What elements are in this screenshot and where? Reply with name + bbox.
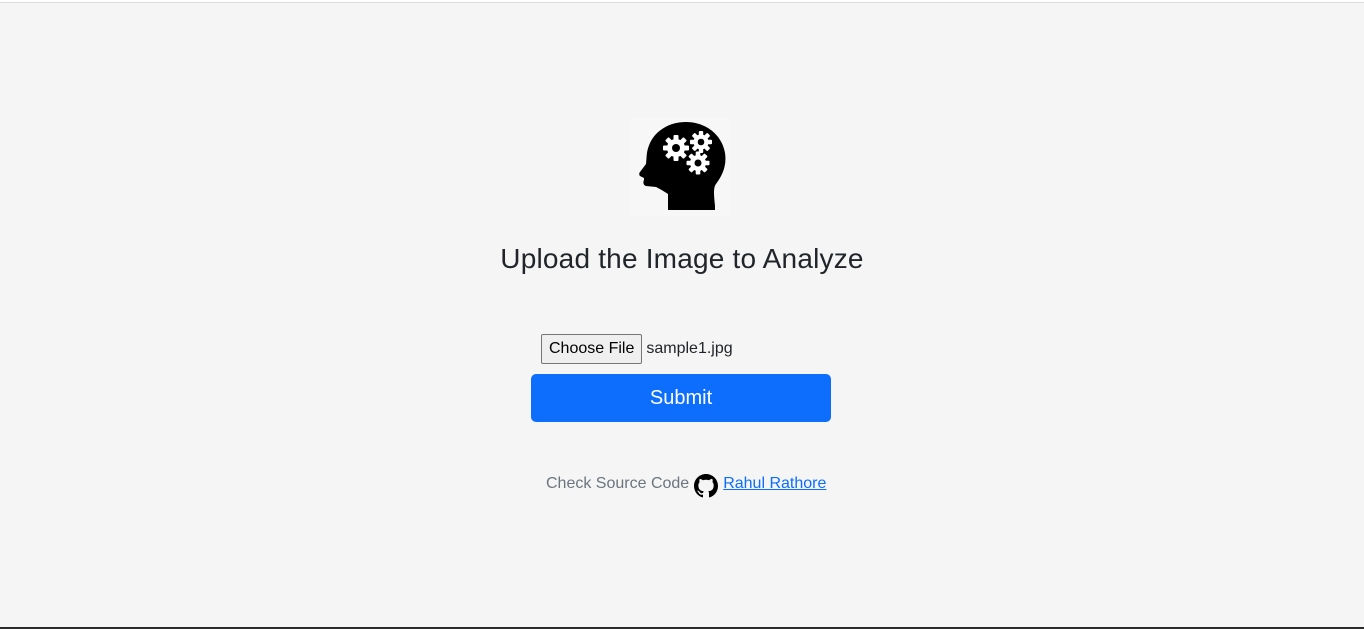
head-gears-icon (630, 118, 730, 216)
choose-file-button[interactable]: Choose File (541, 334, 643, 364)
author-link[interactable]: Rahul Rathore (723, 475, 826, 493)
github-icon[interactable] (694, 474, 719, 498)
window-top-border (0, 0, 1364, 3)
page-title: Upload the Image to Analyze (500, 243, 864, 274)
footer: Check Source Code Rahul Rathore (546, 470, 826, 498)
submit-button[interactable]: Submit (531, 374, 831, 422)
file-upload-field[interactable]: Choose File sample1.jpg (541, 334, 733, 364)
source-code-label: Check Source Code (546, 475, 690, 492)
selected-file-name: sample1.jpg (646, 340, 733, 357)
